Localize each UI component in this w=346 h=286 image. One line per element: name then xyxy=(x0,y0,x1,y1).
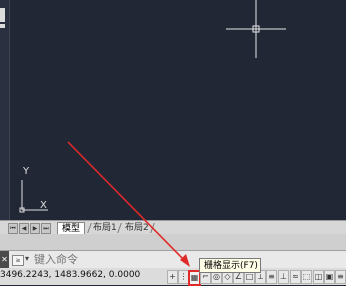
units-icon[interactable]: ◫ xyxy=(313,270,324,284)
first-tab-button[interactable]: ⏮ xyxy=(8,223,18,234)
customization-menu-icon[interactable]: ≡ xyxy=(335,270,346,284)
workspace-icon[interactable]: ⬚ xyxy=(301,270,312,284)
prev-tab-button[interactable]: ◀ xyxy=(19,223,29,234)
grid-display-tooltip: 栅格显示(F7) xyxy=(199,258,261,273)
last-tab-button[interactable]: ⏭ xyxy=(41,223,51,234)
side-panel-strip[interactable] xyxy=(0,0,10,220)
layout-tab-bar: ⏮ ◀ ▶ ⏭ 模型 布局1 布局2 xyxy=(0,220,346,235)
transparency-icon[interactable]: ≈ xyxy=(290,270,301,284)
status-bar: 3496.2243, 1483.9662, 0.0000 + ⋮ ▦ ⌐ ◎ ◇… xyxy=(0,268,346,286)
ucs-x-label: X xyxy=(40,200,47,211)
tab-layout2[interactable]: 布局2 xyxy=(121,222,153,234)
ucs-icon: Y X xyxy=(14,164,54,216)
annotation-scale-icon[interactable]: ⊥ xyxy=(278,270,289,284)
tab-layout1[interactable]: 布局1 xyxy=(89,222,121,234)
ucs-y-label: Y xyxy=(23,166,30,177)
next-tab-button[interactable]: ▶ xyxy=(30,223,40,234)
coordinate-readout: 3496.2243, 1483.9662, 0.0000 xyxy=(0,270,141,280)
command-history-area xyxy=(0,234,346,250)
isolate-objects-icon[interactable]: ▣ xyxy=(324,270,335,284)
command-close-icon[interactable]: ✕ xyxy=(0,251,9,269)
command-prompt-icon[interactable]: ≥ xyxy=(12,255,24,266)
command-history-dropdown-icon[interactable]: ▾ xyxy=(25,254,29,263)
model-space-icon[interactable]: + xyxy=(167,270,178,284)
command-line: ✕ ≥ ▾ xyxy=(0,250,346,270)
side-panel-handle[interactable] xyxy=(0,8,5,22)
lineweight-icon[interactable]: ≡ xyxy=(266,270,277,284)
command-input[interactable] xyxy=(34,252,184,267)
crosshair-cursor-icon xyxy=(226,0,286,58)
side-panel-handle-2[interactable] xyxy=(0,24,5,28)
